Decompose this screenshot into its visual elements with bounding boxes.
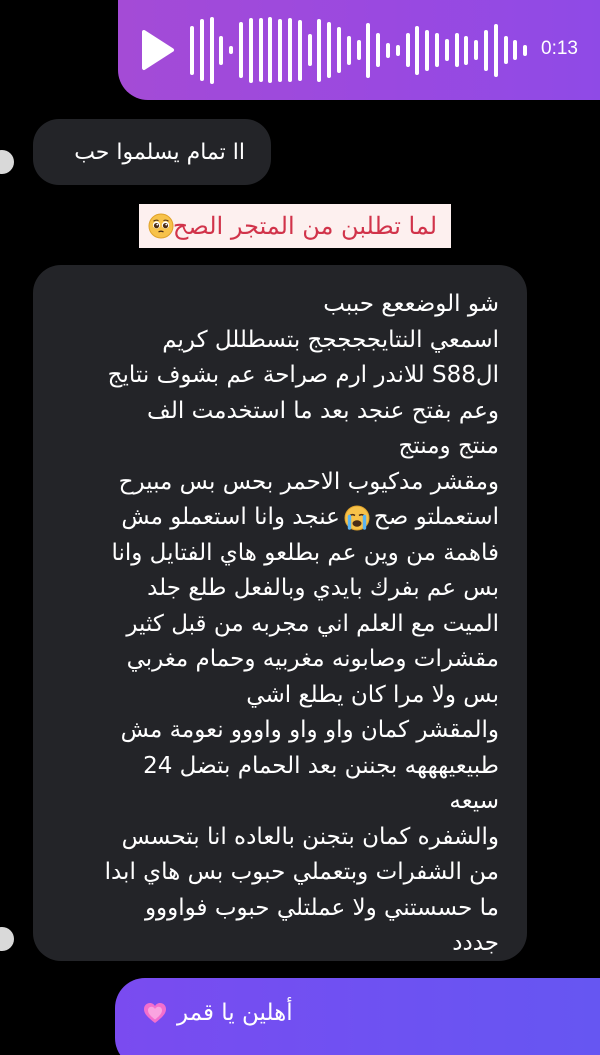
waveform-bar <box>454 33 459 67</box>
message-text: أهلين يا قمر <box>177 1000 293 1026</box>
waveform-bar <box>395 44 400 56</box>
waveform-bar <box>307 34 312 66</box>
message-line: شو الوضععع حببب <box>323 291 499 317</box>
message-line: فاهمة من وين عم بطلعو هاي الفتايل وانا <box>111 539 499 566</box>
caption-text: لما تطلبن من المتجر الصح : <box>157 212 437 240</box>
waveform-bar <box>327 22 332 78</box>
message-line: والمقشر كمان واو واو واووو نعومة مش <box>120 717 499 743</box>
message-line: بس ولا مرا كان يطلع اشي <box>246 681 499 708</box>
message-text: استعملتو صح <box>373 504 499 530</box>
waveform-bar <box>238 22 243 78</box>
waveform-bar <box>385 42 390 58</box>
waveform-bar <box>523 44 528 56</box>
message-line: ومقشر مدكيوب الاحمر بحس بس مبيرح <box>118 468 499 495</box>
avatar[interactable] <box>0 927 14 951</box>
play-icon[interactable] <box>140 28 176 72</box>
waveform-bar <box>287 18 292 82</box>
message-bubble[interactable]: اا تمام يسلموا حب <box>33 119 271 185</box>
crying-face-emoji <box>344 505 370 530</box>
message-line: منتج ومنتج <box>398 433 499 459</box>
message-line: اسمعي النتايججججج بتسطللل كريم <box>162 326 499 353</box>
message-text: عنجد وانا استعملو مش <box>121 504 340 530</box>
waveform-bar <box>190 25 194 75</box>
waveform-bar <box>483 29 488 71</box>
waveform-bar <box>464 35 469 65</box>
voice-duration: 0:13 <box>541 38 578 59</box>
outgoing-message: أهلين يا قمر <box>143 996 293 1030</box>
waveform-bar <box>317 18 322 82</box>
voice-waveform[interactable] <box>190 14 530 86</box>
waveform-bar <box>444 39 449 61</box>
message-line: جددد <box>452 930 499 956</box>
chat-screen: 0:13 اا تمام يسلموا حب لما تطلبن من المت… <box>0 0 600 1055</box>
waveform-bar <box>229 46 234 54</box>
waveform-bar <box>503 36 508 64</box>
message-line: والشفره كمان بتجنن بالعاده انا بتحسس <box>121 823 499 850</box>
message-line: استعملتو صح عنجد وانا استعملو مش <box>59 500 499 536</box>
waveform-bar <box>425 29 430 71</box>
message-line: من الشفرات وبتعملي حبوب بس هاي ابدا <box>104 859 499 885</box>
waveform-bar <box>219 35 224 65</box>
waveform-bar <box>209 16 214 84</box>
message-line: الS88 للاندر ارم صراحة عم بشوف نتايج <box>107 362 499 388</box>
waveform-bar <box>356 40 361 60</box>
waveform-bar <box>474 40 479 60</box>
message-line: بس عم بفرك بايدي وبالفعل طلع جلد <box>147 575 499 601</box>
waveform-bar <box>199 19 204 81</box>
message-line: ما حسستني ولا عملتلي حبوب فواووو <box>144 894 499 921</box>
message-line: مقشرات وصابونه مغربيه وحمام مغربي <box>126 646 499 672</box>
message-line: الميت مع العلم اني مجربه من قبل كثير <box>126 610 499 637</box>
waveform-bar <box>513 40 518 60</box>
waveform-bar <box>248 17 253 83</box>
message-text: اا تمام يسلموا حب <box>74 140 245 165</box>
message-line: سيعه <box>449 788 499 814</box>
waveform-bar <box>434 33 439 67</box>
waveform-bar <box>493 23 498 77</box>
waveform-bar <box>278 18 283 82</box>
outgoing-message-bubble[interactable]: أهلين يا قمر <box>115 978 600 1055</box>
waveform-bar <box>366 22 371 78</box>
waveform-bar <box>297 19 302 81</box>
voice-message-bubble[interactable]: 0:13 <box>118 0 600 100</box>
message-line: طبيعيهههه بجننن بعد الحمام بتضل 24 <box>143 752 499 779</box>
waveform-bar <box>268 17 273 83</box>
waveform-bar <box>415 25 420 75</box>
waveform-bar <box>346 35 351 65</box>
waveform-bar <box>258 18 263 82</box>
pleading-face-emoji <box>148 213 174 239</box>
message-bubble[interactable]: شو الوضععع حببب اسمعي النتايججججج بتسطلل… <box>33 265 527 961</box>
heart-icon <box>144 1003 166 1023</box>
message-line: وعم بفتح عنجد بعد ما استخدمت الف <box>147 397 499 424</box>
waveform-bar <box>336 27 341 73</box>
waveform-bar <box>376 33 381 67</box>
avatar[interactable] <box>0 150 14 174</box>
image-caption: لما تطلبن من المتجر الصح : <box>139 204 451 248</box>
waveform-bar <box>405 33 410 67</box>
